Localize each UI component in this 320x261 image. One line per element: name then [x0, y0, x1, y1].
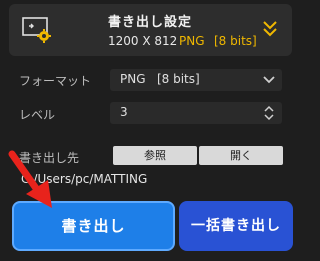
- batch-export-button[interactable]: 一括書き出し: [179, 201, 293, 251]
- chevron-down-icon: [263, 76, 275, 84]
- open-folder-button[interactable]: 開く: [199, 146, 283, 165]
- format-select-value: PNG [8 bits]: [120, 72, 200, 86]
- spinner-arrows-icon[interactable]: [264, 105, 274, 121]
- format-label: フォーマット: [19, 74, 92, 88]
- export-settings-header[interactable]: 書き出し設定 1200 X 812 PNG [8 bits]: [9, 4, 292, 56]
- level-spinner[interactable]: 3: [110, 102, 282, 124]
- level-label: レベル: [19, 108, 56, 122]
- bits-badge: [8 bits]: [214, 34, 257, 48]
- format-select[interactable]: PNG [8 bits]: [110, 69, 282, 91]
- image-size-label: 1200 X 812: [108, 34, 178, 48]
- level-value: 3: [120, 105, 128, 119]
- double-chevron-down-icon[interactable]: [262, 19, 278, 39]
- format-badge: PNG: [179, 34, 205, 48]
- red-pointer-arrow-icon: [8, 150, 52, 208]
- browse-button[interactable]: 参照: [113, 146, 197, 165]
- export-settings-title: 書き出し設定: [108, 15, 193, 30]
- export-screen-gear-icon: [22, 17, 51, 43]
